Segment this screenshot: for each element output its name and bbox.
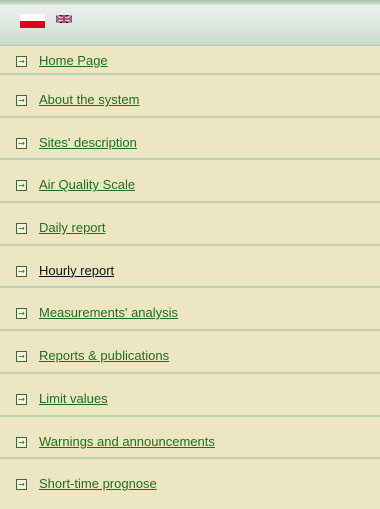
menu-item-short-time-prognose[interactable]: → Short-time prognose bbox=[0, 459, 380, 502]
language-bar bbox=[0, 0, 380, 46]
menu-item-label[interactable]: Air Quality Scale bbox=[39, 177, 135, 192]
arrow-into-box-icon: → bbox=[16, 223, 27, 235]
menu-item-label[interactable]: Daily report bbox=[39, 220, 105, 235]
uk-flag-icon[interactable] bbox=[56, 13, 72, 25]
menu-item-about-the-system[interactable]: → About the system bbox=[0, 75, 380, 118]
menu-item-label[interactable]: About the system bbox=[39, 92, 139, 107]
menu-item-air-quality-scale[interactable]: → Air Quality Scale bbox=[0, 160, 380, 204]
arrow-into-box-icon: → bbox=[16, 393, 27, 405]
menu-item-label[interactable]: Reports & publications bbox=[39, 348, 169, 363]
menu-item-label[interactable]: Short-time prognose bbox=[39, 476, 157, 491]
arrow-into-box-icon: → bbox=[16, 308, 27, 320]
menu-item-label[interactable]: Home Page bbox=[39, 53, 108, 68]
arrow-into-box-icon: → bbox=[16, 95, 27, 106]
menu-item-reports-publications[interactable]: → Reports & publications bbox=[0, 331, 380, 374]
arrow-into-box-icon: → bbox=[16, 180, 27, 192]
menu-item-home-page[interactable]: → Home Page bbox=[0, 46, 380, 75]
menu-item-label[interactable]: Limit values bbox=[39, 391, 108, 406]
menu-item-sites-description[interactable]: → Sites' description bbox=[0, 118, 380, 161]
arrow-into-box-icon: → bbox=[16, 137, 27, 149]
menu-item-warnings-and-announcements[interactable]: → Warnings and announcements bbox=[0, 417, 380, 460]
arrow-into-box-icon: → bbox=[16, 351, 27, 363]
polish-flag-icon[interactable] bbox=[20, 14, 45, 31]
arrow-into-box-icon: → bbox=[16, 56, 27, 67]
menu-item-hourly-report[interactable]: → Hourly report bbox=[0, 246, 380, 289]
arrow-into-box-icon: → bbox=[16, 479, 27, 491]
menu-item-label[interactable]: Measurements' analysis bbox=[39, 305, 178, 320]
menu-item-label[interactable]: Sites' description bbox=[39, 135, 137, 150]
arrow-into-box-icon: → bbox=[16, 265, 27, 277]
menu-item-daily-report[interactable]: → Daily report bbox=[0, 203, 380, 246]
menu-item-limit-values[interactable]: → Limit values bbox=[0, 374, 380, 417]
menu-item-measurements-analysis[interactable]: → Measurements' analysis bbox=[0, 288, 380, 332]
menu-item-label[interactable]: Hourly report bbox=[39, 263, 114, 278]
menu-item-label[interactable]: Warnings and announcements bbox=[39, 434, 215, 449]
main-menu: → Home Page → About the system → Sites' … bbox=[0, 46, 380, 502]
arrow-into-box-icon: → bbox=[16, 436, 27, 448]
